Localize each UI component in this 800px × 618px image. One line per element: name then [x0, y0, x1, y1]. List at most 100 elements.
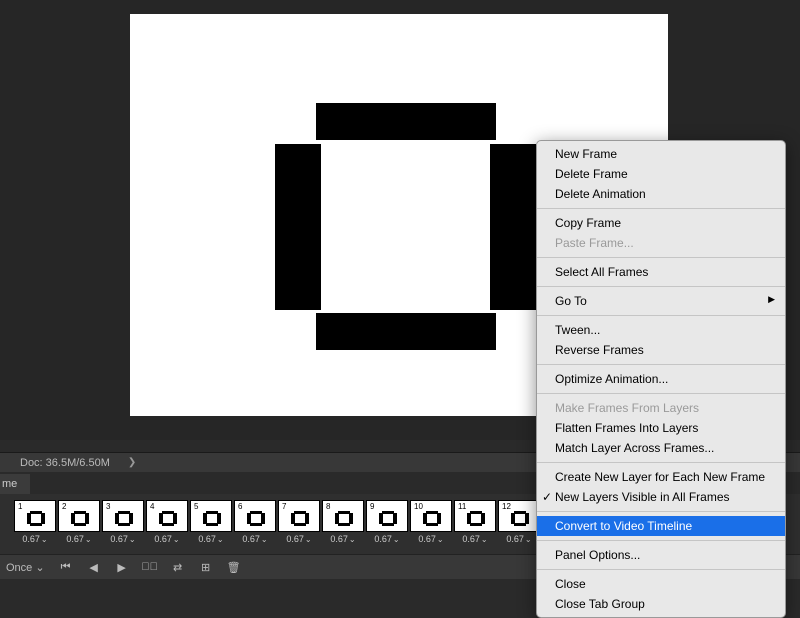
timeline-edge — [792, 494, 800, 554]
frame-duration[interactable]: 0.67 — [14, 534, 56, 544]
next-frame-button[interactable]: ▶⃓ — [143, 560, 157, 574]
frame-icon — [423, 511, 441, 526]
frame-thumbnail: 11 — [454, 500, 496, 532]
frame-duration[interactable]: 0.67 — [498, 534, 540, 544]
frame-duration[interactable]: 0.67 — [146, 534, 188, 544]
prev-frame-button[interactable]: ◀ — [87, 560, 101, 574]
frame-number: 12 — [502, 502, 511, 511]
menu-delete-animation[interactable]: Delete Animation — [537, 184, 785, 204]
frame-icon — [27, 511, 45, 526]
menu-paste-frame: Paste Frame... — [537, 233, 785, 253]
timeline-frame[interactable]: 110.67 — [454, 500, 496, 544]
timeline-frame[interactable]: 10.67 — [14, 500, 56, 544]
timeline-context-menu: New Frame Delete Frame Delete Animation … — [536, 140, 786, 618]
frame-duration[interactable]: 0.67 — [58, 534, 100, 544]
menu-create-new-layer[interactable]: Create New Layer for Each New Frame — [537, 467, 785, 487]
menu-new-frame[interactable]: New Frame — [537, 144, 785, 164]
shape-bottom — [316, 313, 496, 350]
menu-match-layer[interactable]: Match Layer Across Frames... — [537, 438, 785, 458]
frame-number: 3 — [106, 502, 110, 511]
timeline-frame[interactable]: 40.67 — [146, 500, 188, 544]
frame-duration[interactable]: 0.67 — [234, 534, 276, 544]
frame-duration[interactable]: 0.67 — [322, 534, 364, 544]
first-frame-button[interactable]: ⏮ — [59, 560, 73, 574]
frame-duration[interactable]: 0.67 — [278, 534, 320, 544]
menu-make-from-layers: Make Frames From Layers — [537, 398, 785, 418]
timeline-frame[interactable]: 60.67 — [234, 500, 276, 544]
frame-icon — [291, 511, 309, 526]
frame-duration[interactable]: 0.67 — [366, 534, 408, 544]
chevron-right-icon[interactable]: ❯ — [128, 457, 136, 468]
frame-icon — [467, 511, 485, 526]
shape-right — [490, 144, 536, 310]
timeline-frame[interactable]: 70.67 — [278, 500, 320, 544]
frame-number: 11 — [458, 502, 466, 511]
frame-icon — [71, 511, 89, 526]
loop-dropdown[interactable]: Once ⌄ — [6, 561, 45, 574]
menu-close[interactable]: Close — [537, 574, 785, 594]
frame-thumbnail: 3 — [102, 500, 144, 532]
menu-go-to[interactable]: Go To — [537, 291, 785, 311]
frame-number: 7 — [282, 502, 286, 511]
frame-duration[interactable]: 0.67 — [102, 534, 144, 544]
timeline-frame[interactable]: 50.67 — [190, 500, 232, 544]
menu-separator — [537, 393, 785, 394]
new-frame-button[interactable]: ⊞ — [199, 560, 213, 574]
frame-duration[interactable]: 0.67 — [190, 534, 232, 544]
frame-number: 6 — [238, 502, 242, 511]
menu-copy-frame[interactable]: Copy Frame — [537, 213, 785, 233]
play-button[interactable]: ▶ — [115, 560, 129, 574]
timeline-frame[interactable]: 30.67 — [102, 500, 144, 544]
timeline-frame[interactable]: 90.67 — [366, 500, 408, 544]
frame-number: 10 — [414, 502, 423, 511]
timeline-frame[interactable]: 100.67 — [410, 500, 452, 544]
frame-thumbnail: 7 — [278, 500, 320, 532]
frame-thumbnail: 1 — [14, 500, 56, 532]
shape-top — [316, 103, 496, 140]
menu-separator — [537, 511, 785, 512]
frame-thumbnail: 4 — [146, 500, 188, 532]
menu-optimize[interactable]: Optimize Animation... — [537, 369, 785, 389]
frame-duration[interactable]: 0.67 — [454, 534, 496, 544]
timeline-frame[interactable]: 20.67 — [58, 500, 100, 544]
frame-icon — [159, 511, 177, 526]
panel-tab[interactable]: me — [0, 474, 30, 494]
delete-frame-button[interactable]: 🗑 — [227, 560, 241, 574]
menu-separator — [537, 540, 785, 541]
frame-thumbnail: 10 — [410, 500, 452, 532]
frame-number: 5 — [194, 502, 198, 511]
frame-number: 4 — [150, 502, 154, 511]
frame-thumbnail: 2 — [58, 500, 100, 532]
menu-separator — [537, 569, 785, 570]
tween-button[interactable]: ⇄ — [171, 560, 185, 574]
menu-tween[interactable]: Tween... — [537, 320, 785, 340]
frame-number: 2 — [62, 502, 66, 511]
frame-number: 8 — [326, 502, 330, 511]
menu-flatten[interactable]: Flatten Frames Into Layers — [537, 418, 785, 438]
menu-visible-all[interactable]: New Layers Visible in All Frames — [537, 487, 785, 507]
menu-separator — [537, 286, 785, 287]
frame-thumbnail: 6 — [234, 500, 276, 532]
menu-reverse[interactable]: Reverse Frames — [537, 340, 785, 360]
frame-thumbnail: 9 — [366, 500, 408, 532]
menu-separator — [537, 257, 785, 258]
timeline-frame[interactable]: 120.67 — [498, 500, 540, 544]
timeline-frame[interactable]: 80.67 — [322, 500, 364, 544]
menu-delete-frame[interactable]: Delete Frame — [537, 164, 785, 184]
frame-icon — [511, 511, 529, 526]
frame-icon — [247, 511, 265, 526]
menu-panel-options[interactable]: Panel Options... — [537, 545, 785, 565]
menu-close-tab[interactable]: Close Tab Group — [537, 594, 785, 614]
frame-thumbnail: 5 — [190, 500, 232, 532]
frame-icon — [335, 511, 353, 526]
frame-number: 1 — [18, 502, 22, 511]
frame-duration[interactable]: 0.67 — [410, 534, 452, 544]
menu-separator — [537, 315, 785, 316]
menu-select-all[interactable]: Select All Frames — [537, 262, 785, 282]
menu-separator — [537, 364, 785, 365]
frame-thumbnail: 8 — [322, 500, 364, 532]
frame-icon — [203, 511, 221, 526]
doc-size: Doc: 36.5M/6.50M — [20, 457, 110, 469]
menu-separator — [537, 208, 785, 209]
menu-convert-video[interactable]: Convert to Video Timeline — [537, 516, 785, 536]
